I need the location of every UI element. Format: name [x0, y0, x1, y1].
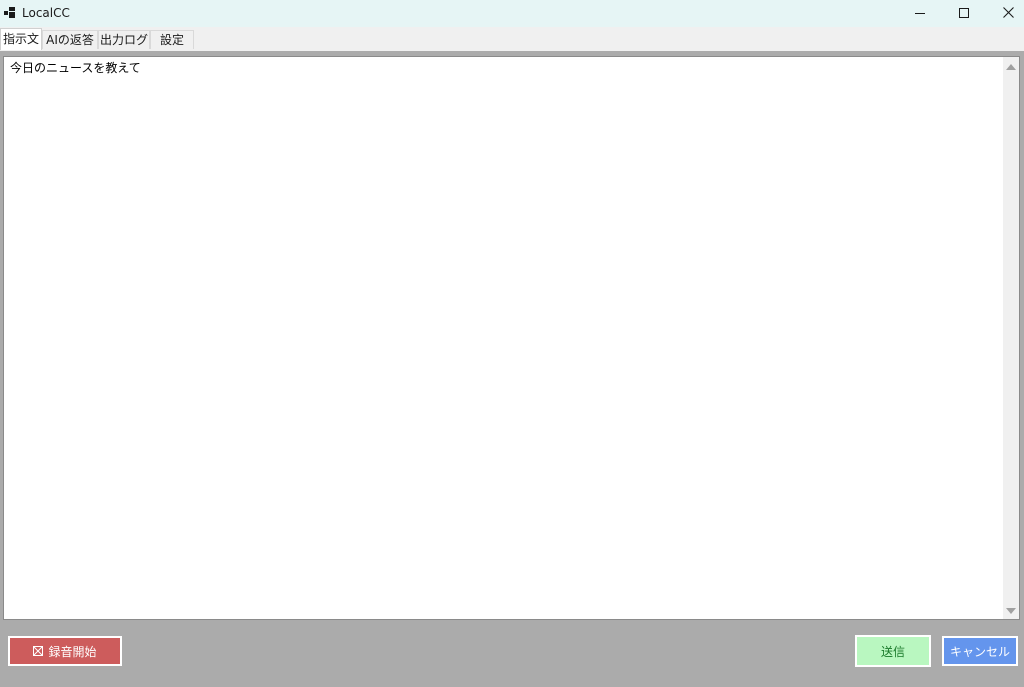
scroll-up-arrow-icon[interactable] [1005, 63, 1017, 71]
tab-settings[interactable]: 設定 [150, 30, 194, 49]
send-button[interactable]: 送信 [855, 635, 931, 667]
cancel-button[interactable]: キャンセル [942, 636, 1018, 666]
window-title: LocalCC [22, 6, 70, 20]
title-bar[interactable]: LocalCC [0, 0, 1024, 27]
maximize-button[interactable] [942, 0, 986, 25]
record-start-button[interactable]: 録音開始 [8, 636, 122, 666]
record-start-label: 録音開始 [48, 644, 97, 659]
tab-instruction[interactable]: 指示文 [0, 28, 42, 50]
scroll-down-arrow-icon[interactable] [1005, 607, 1017, 615]
tab-output-log[interactable]: 出力ログ [98, 30, 150, 49]
minimize-icon [915, 12, 925, 14]
send-label: 送信 [880, 644, 905, 659]
tab-strip: 指示文 AIの返答 出力ログ 設定 [0, 27, 1024, 51]
close-button[interactable] [986, 0, 1024, 25]
maximize-icon [959, 7, 969, 18]
app-window-icon [4, 7, 15, 18]
prompt-textarea[interactable]: 今日のニュースを教えて [3, 56, 1020, 620]
cancel-label: キャンセル [949, 644, 1010, 659]
tab-ai-response[interactable]: AIの返答 [42, 30, 98, 49]
vertical-scrollbar[interactable] [1003, 57, 1019, 619]
close-icon [1002, 7, 1014, 18]
checkbox-crossed-icon [33, 646, 44, 656]
prompt-text[interactable]: 今日のニュースを教えて [10, 60, 141, 76]
minimize-button[interactable] [898, 0, 942, 25]
instruction-panel: 今日のニュースを教えて 録音開始 送信 キャンセル [0, 51, 1024, 687]
app-window: LocalCC 指示文 AIの返答 出力ログ 設定 今日のニュースを教えて 録音… [0, 0, 1024, 687]
